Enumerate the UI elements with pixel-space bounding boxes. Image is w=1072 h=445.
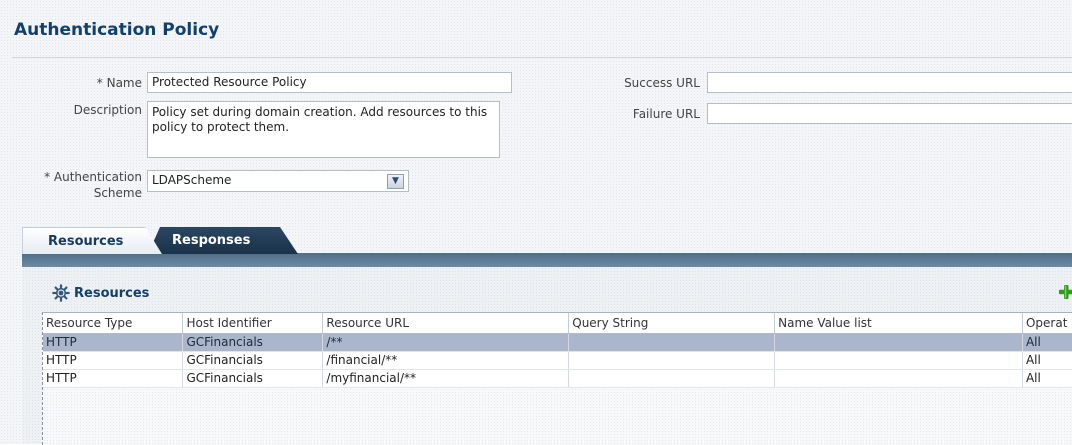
tab-responses[interactable]: Responses: [148, 227, 298, 254]
cell-name-value-list: [774, 369, 1023, 388]
column-header-name-value-list[interactable]: Name Value list: [774, 313, 1023, 334]
table-row[interactable]: HTTP GCFinancials /financial/** All: [43, 351, 1072, 370]
success-url-field[interactable]: [707, 72, 1072, 93]
table-header-row: Resource Type Host Identifier Resource U…: [43, 313, 1072, 334]
cell-resource-type: HTTP: [43, 351, 184, 370]
cell-operations: All: [1022, 351, 1072, 370]
gear-icon: [52, 284, 70, 302]
cell-query-string: [568, 351, 776, 370]
name-label: * Name: [96, 76, 142, 90]
cell-resource-type: HTTP: [43, 369, 184, 388]
resources-table: Resource Type Host Identifier Resource U…: [42, 312, 1072, 445]
table-row[interactable]: HTTP GCFinancials /myfinancial/** All: [43, 369, 1072, 388]
cell-host-identifier: GCFinancials: [182, 351, 324, 370]
cell-resource-url: /**: [322, 333, 570, 352]
cell-host-identifier: GCFinancials: [182, 333, 324, 352]
failure-url-label: Failure URL: [632, 107, 700, 121]
cell-query-string: [568, 369, 776, 388]
failure-url-field[interactable]: [707, 103, 1072, 124]
auth-scheme-select[interactable]: LDAPScheme ▼: [147, 170, 409, 192]
cell-name-value-list: [774, 333, 1023, 352]
cell-name-value-list: [774, 351, 1023, 370]
column-header-operations[interactable]: Operat: [1022, 313, 1072, 334]
chevron-down-icon[interactable]: ▼: [387, 174, 404, 189]
cell-query-string: [568, 333, 776, 352]
column-header-resource-type[interactable]: Resource Type: [43, 313, 184, 334]
description-field[interactable]: Policy set during domain creation. Add r…: [147, 101, 500, 158]
cell-resource-url: /myfinancial/**: [322, 369, 570, 388]
description-label: Description: [73, 103, 142, 117]
table-row[interactable]: HTTP GCFinancials /** All: [43, 333, 1072, 352]
add-icon[interactable]: [1058, 284, 1072, 300]
auth-scheme-label-line1: * Authentication: [44, 170, 142, 184]
success-url-label: Success URL: [624, 76, 700, 90]
tab-strip: [22, 253, 1072, 267]
auth-scheme-label-line2: Scheme: [93, 186, 142, 200]
cell-resource-url: /financial/**: [322, 351, 570, 370]
title-divider: [12, 57, 1072, 58]
cell-host-identifier: GCFinancials: [182, 369, 324, 388]
cell-operations: All: [1022, 333, 1072, 352]
page-background: Authentication Policy * Name Protected R…: [0, 0, 1072, 445]
auth-scheme-value: LDAPScheme: [152, 173, 232, 187]
page-title: Authentication Policy: [14, 20, 220, 40]
name-field[interactable]: Protected Resource Policy: [147, 72, 512, 93]
column-header-host-identifier[interactable]: Host Identifier: [182, 313, 324, 334]
column-header-query-string[interactable]: Query String: [568, 313, 776, 334]
cell-operations: All: [1022, 369, 1072, 388]
resources-panel-title: Resources: [74, 286, 150, 301]
column-header-resource-url[interactable]: Resource URL: [322, 313, 570, 334]
cell-resource-type: HTTP: [43, 333, 184, 352]
tab-resources[interactable]: Resources: [22, 227, 162, 254]
